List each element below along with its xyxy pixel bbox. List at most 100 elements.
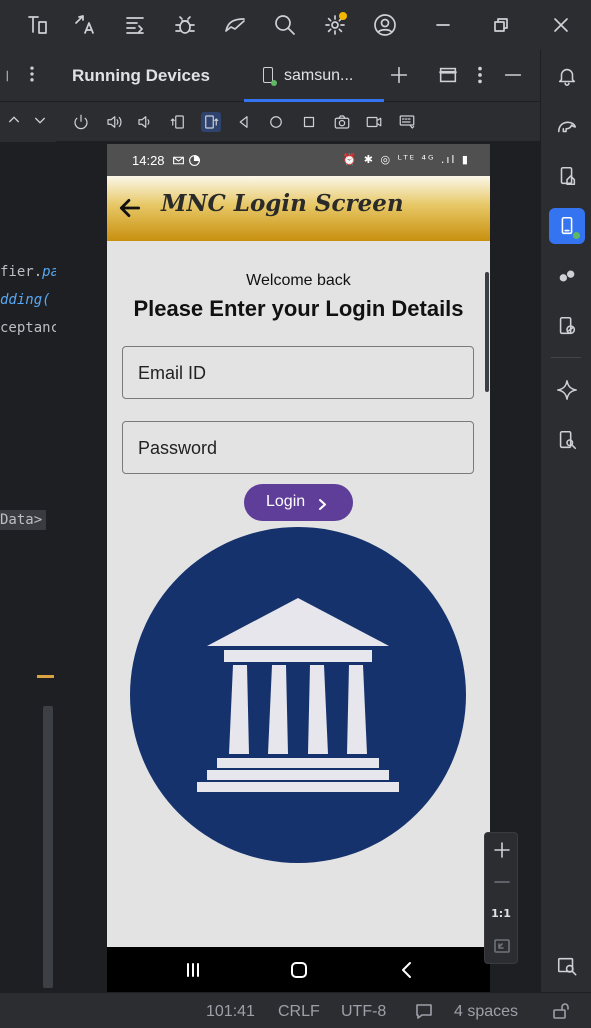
screen-record-button[interactable]	[364, 112, 384, 132]
recent-apps-button[interactable]	[183, 960, 203, 980]
translate-icon[interactable]	[72, 12, 98, 38]
running-indicator-dot	[573, 232, 580, 239]
add-tab-button[interactable]	[388, 64, 412, 88]
editor-nav-header	[0, 102, 56, 142]
screenshot-button[interactable]	[332, 112, 352, 132]
password-field[interactable]: Password	[122, 421, 474, 474]
volume-down-button[interactable]	[135, 112, 155, 132]
device-running-indicator	[271, 80, 277, 86]
bank-logo-circle	[130, 527, 466, 863]
chevron-up-icon[interactable]	[6, 112, 22, 128]
arrow-left-icon	[119, 199, 141, 217]
back-arrow-button[interactable]	[117, 195, 143, 221]
device-screen[interactable]: 14:28 ⏰ ✱ ◎ ᴸᵀᴱ ⁴ᴳ .ıl ▮ MNC Login Scree…	[107, 144, 490, 992]
device-scrollbar[interactable]	[485, 272, 489, 392]
volume-up-icon	[107, 116, 122, 128]
unlock-icon	[553, 1003, 569, 1019]
lock-toggle[interactable]	[552, 1002, 570, 1020]
editor-tab-header	[0, 50, 56, 102]
minus-icon	[494, 881, 510, 883]
project-structure-icon[interactable]	[24, 12, 50, 38]
rotate-left-icon	[170, 115, 184, 129]
layout-inspector-button[interactable]	[549, 948, 585, 984]
password-field-label: Password	[138, 438, 218, 458]
zoom-controls: 1:1	[484, 832, 518, 964]
debug-icon[interactable]	[172, 12, 198, 38]
zoom-actual-size-button[interactable]: 1:1	[485, 907, 517, 920]
indent-setting[interactable]: 4 spaces	[454, 1003, 518, 1021]
power-button[interactable]	[71, 112, 91, 132]
notifications-button[interactable]	[549, 58, 585, 94]
more-options-icon	[478, 66, 482, 84]
device-manager-icon	[560, 166, 576, 186]
minimize-icon[interactable]	[430, 12, 456, 38]
zoom-fit-button[interactable]	[493, 937, 511, 955]
build-variants-icon[interactable]	[122, 12, 148, 38]
readonly-toggle[interactable]	[415, 1002, 433, 1020]
layout-icon	[439, 67, 457, 83]
restore-icon[interactable]	[488, 12, 514, 38]
bell-icon	[558, 68, 576, 86]
line-ending[interactable]: CRLF	[278, 1003, 320, 1021]
code-text-italic: pa	[42, 264, 56, 280]
editor-scrollbar[interactable]	[43, 706, 53, 988]
profiler-icon[interactable]	[222, 12, 248, 38]
volume-up-button[interactable]	[104, 112, 124, 132]
back-button[interactable]	[234, 112, 254, 132]
zoom-out-button[interactable]	[493, 873, 511, 891]
layout-button[interactable]	[437, 64, 461, 88]
bank-logo	[130, 527, 466, 863]
video-camera-icon	[366, 116, 382, 128]
device-manager-button[interactable]	[549, 158, 585, 194]
overview-button[interactable]	[299, 112, 319, 132]
status-indicators: ⏰ ✱ ◎ ᴸᵀᴱ ⁴ᴳ .ıl ▮	[342, 153, 470, 166]
rotate-left-button[interactable]	[168, 112, 188, 132]
back-triangle-icon	[239, 116, 248, 128]
chevron-down-icon[interactable]	[32, 112, 48, 128]
copilot-button[interactable]	[549, 258, 585, 294]
code-line[interactable]: ceptanc	[0, 320, 56, 336]
more-options-icon[interactable]	[22, 64, 42, 84]
home-button[interactable]	[266, 112, 286, 132]
account-icon[interactable]	[372, 12, 398, 38]
email-field-label: Email ID	[138, 363, 207, 383]
email-field[interactable]: Email ID	[122, 346, 474, 399]
close-icon[interactable]	[548, 12, 574, 38]
file-encoding[interactable]: UTF-8	[341, 1003, 386, 1021]
keyboard-settings-button[interactable]	[397, 112, 417, 132]
code-line[interactable]: fier.pa	[0, 264, 56, 280]
gemini-button[interactable]	[549, 372, 585, 408]
hide-panel-button[interactable]	[502, 64, 526, 88]
settings-icon[interactable]	[322, 12, 348, 38]
tab-device[interactable]: samsun...	[244, 50, 384, 102]
nav-home-button[interactable]	[289, 960, 309, 980]
gradle-button[interactable]	[549, 108, 585, 144]
running-devices-button[interactable]	[549, 208, 585, 244]
tool-strip-separator	[551, 357, 581, 358]
sparkle-icon	[557, 380, 577, 400]
zoom-in-button[interactable]	[493, 841, 511, 859]
code-text-italic: dding(	[0, 292, 51, 308]
app-inspection-button[interactable]	[549, 422, 585, 458]
update-badge-icon	[339, 12, 347, 20]
caret-position[interactable]: 101:41	[206, 1003, 255, 1021]
code-line[interactable]: Data>	[0, 510, 47, 530]
scroll-left-icon[interactable]	[2, 64, 16, 88]
search-icon[interactable]	[272, 12, 298, 38]
device-toolbar	[56, 102, 540, 142]
login-button[interactable]: Login	[244, 484, 353, 521]
nav-back-button[interactable]	[397, 960, 417, 980]
copilot-icon	[559, 270, 575, 282]
keyboard-icon	[399, 115, 415, 129]
rotate-right-button[interactable]	[201, 112, 221, 132]
layout-inspector-icon	[557, 957, 577, 976]
app-inspection-icon	[559, 430, 577, 450]
code-line[interactable]: dding(	[0, 292, 51, 308]
status-time: 14:28	[132, 153, 165, 168]
overview-square-icon	[303, 116, 315, 128]
home-icon	[291, 962, 307, 978]
panel-options-button[interactable]	[469, 64, 493, 88]
device-explorer-button[interactable]	[549, 308, 585, 344]
plus-icon	[390, 66, 408, 84]
sync-icon	[189, 155, 200, 166]
